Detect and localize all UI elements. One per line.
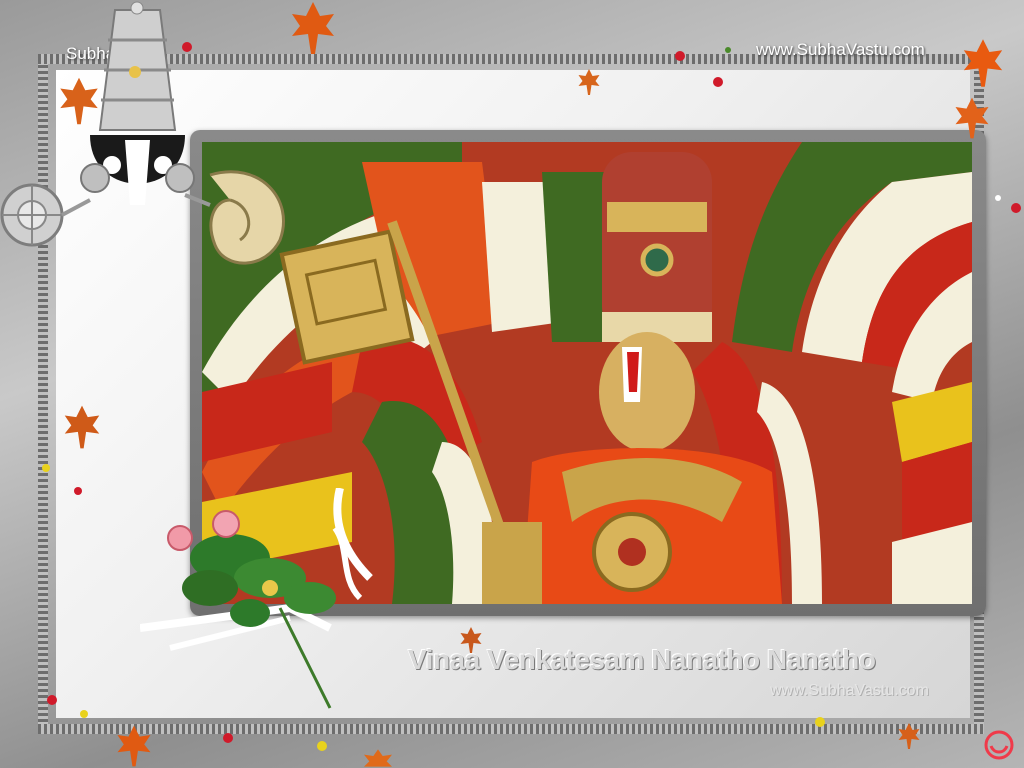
maple-leaf-icon [963,39,1003,87]
maple-leaf-icon [292,2,334,54]
maple-leaf-icon [364,749,392,767]
smiley-icon [984,730,1014,760]
caption-text: Vinaa Venkatesam Nanatho Nanatho [408,644,876,675]
maple-leaf-icon [117,725,151,767]
maple-leaf-icon [955,97,989,139]
site-url[interactable]: www.SubhaVastu.com [756,40,925,60]
watermark-text: www.SubhaVastu.com [770,682,929,699]
chakra-icon [0,183,64,247]
conch-icon [209,170,285,265]
maple-leaf-icon [64,405,100,449]
maple-leaf-icon [578,69,600,95]
maple-leaf-icon [60,77,98,125]
deity-emblem-icon [0,1,285,265]
rose-bouquet-icon [140,488,373,709]
maple-leaf-icon [898,723,920,749]
